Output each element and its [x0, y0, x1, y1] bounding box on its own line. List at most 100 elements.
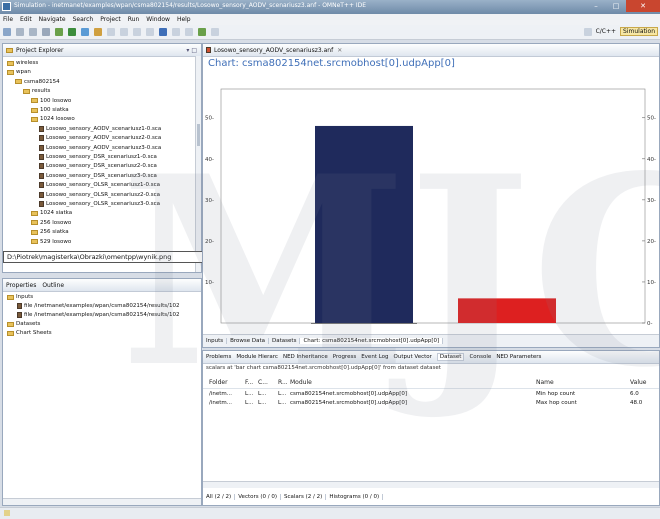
tree-folder[interactable]: 256 losowo	[31, 220, 71, 226]
view-menu-icon[interactable]: ▾ □	[186, 47, 197, 54]
tree-item-label: wpan	[16, 69, 31, 76]
tree-item-label: 1024 losowo	[40, 116, 75, 123]
file-icon	[39, 172, 44, 179]
tree-folder[interactable]: 100 siatka	[31, 107, 69, 113]
menu-search[interactable]: Search	[73, 16, 94, 23]
project-explorer-title[interactable]: Project Explorer	[16, 47, 63, 54]
tree-folder[interactable]: results	[23, 88, 50, 94]
tree-folder[interactable]: 1024 siatka	[31, 210, 72, 216]
perspective-simulation[interactable]: Simulation	[620, 27, 658, 36]
tree-item-label: csma802154	[24, 78, 60, 85]
folder-icon	[31, 107, 38, 113]
folder-icon	[7, 69, 14, 75]
tree-folder[interactable]: wireless	[7, 60, 38, 66]
tab-properties[interactable]: Properties	[6, 282, 36, 289]
new-icon[interactable]	[3, 28, 11, 36]
editor-tabbar: Losowo_sensory_AODV_scenariusz3.anf ✕	[203, 44, 659, 57]
close-button[interactable]: ✕	[626, 0, 660, 12]
folder-icon	[7, 60, 14, 66]
outline-item-label: Datasets	[16, 321, 41, 327]
outline-item[interactable]: Inputs	[7, 294, 33, 300]
folder-icon	[31, 98, 38, 104]
folder-icon	[7, 330, 14, 336]
file-icon	[39, 135, 44, 142]
tree-folder[interactable]: 100 losowo	[31, 98, 71, 104]
folder-icon	[31, 210, 38, 216]
project-explorer-icon	[6, 47, 13, 53]
menu-file[interactable]: File	[3, 16, 13, 23]
window-titlebar: Simulation - inetmanet/examples/wpan/csm…	[0, 0, 660, 14]
outline-scrollbar[interactable]	[3, 498, 201, 505]
save-icon[interactable]	[16, 28, 24, 36]
tree-folder[interactable]: 529 losowo	[31, 239, 71, 245]
main-toolbar: C/C++ Simulation	[0, 25, 660, 40]
run-icon[interactable]	[68, 28, 76, 36]
tab-scalars[interactable]: Scalars (2 / 2)	[281, 494, 327, 500]
tab-all[interactable]: All (2 / 2)	[203, 494, 236, 500]
tree-item-label: 1024 siatka	[40, 210, 73, 217]
tree-item-label: 256 losowo	[40, 219, 72, 226]
tree-folder[interactable]: 1024 losowo	[31, 116, 75, 122]
tree-folder[interactable]: 256 siatka	[31, 229, 69, 235]
anf-file-icon	[206, 47, 211, 53]
chart-copy-icon[interactable]	[211, 28, 219, 36]
file-icon	[39, 163, 44, 170]
perspective-cpp[interactable]: C/C++	[596, 28, 616, 35]
menu-project[interactable]: Project	[100, 16, 121, 23]
menu-bar: File Edit Navigate Search Project Run Wi…	[0, 14, 660, 25]
build-icon[interactable]	[55, 28, 63, 36]
open-perspective-icon[interactable]	[583, 27, 592, 36]
save-all-icon[interactable]	[29, 28, 37, 36]
status-bar	[0, 507, 660, 519]
tab-histograms[interactable]: Histograms (0 / 0)	[326, 494, 384, 500]
file-icon	[39, 182, 44, 189]
file-icon	[39, 144, 44, 151]
tree-item-label: results	[32, 88, 51, 95]
file-icon	[17, 312, 22, 318]
editor-tab-close-icon[interactable]: ✕	[337, 47, 342, 54]
outline-item-label: Inputs	[16, 294, 34, 300]
watermark-logo: MJC	[120, 120, 660, 425]
chart-zoom-icon[interactable]	[159, 28, 167, 36]
menu-help[interactable]: Help	[177, 16, 191, 23]
outline-item[interactable]: Datasets	[7, 321, 40, 327]
nav-forward-icon[interactable]	[120, 28, 128, 36]
menu-window[interactable]: Window	[146, 16, 170, 23]
chart-title: Chart: csma802154net.srcmobhost[0].udpAp…	[208, 58, 455, 69]
menu-navigate[interactable]: Navigate	[39, 16, 66, 23]
folder-icon	[23, 88, 30, 94]
project-explorer-header: Project Explorer ▾ □	[3, 44, 201, 57]
minimize-button[interactable]: –	[586, 0, 606, 12]
editor-tab[interactable]: Losowo_sensory_AODV_scenariusz3.anf	[214, 47, 333, 54]
tab-vectors[interactable]: Vectors (0 / 0)	[235, 494, 281, 500]
file-icon	[17, 303, 22, 309]
nav-back-icon[interactable]	[107, 28, 115, 36]
chart-refresh-icon[interactable]	[185, 28, 193, 36]
tree-folder[interactable]: wpan	[7, 69, 31, 75]
tree-item-label: 529 losowo	[40, 238, 72, 245]
tree-item-label: wireless	[16, 60, 39, 66]
tab-outline[interactable]: Outline	[42, 282, 64, 289]
print-icon[interactable]	[42, 28, 50, 36]
tree-item-label: 256 siatka	[40, 229, 69, 236]
table-scrollbar[interactable]	[203, 481, 659, 488]
search-icon[interactable]	[94, 28, 102, 36]
menu-run[interactable]: Run	[128, 16, 140, 23]
status-icon	[4, 510, 10, 516]
tree-folder[interactable]: csma802154	[15, 79, 60, 85]
chart-tool-icon[interactable]	[146, 28, 154, 36]
zoom-icon[interactable]	[133, 28, 141, 36]
file-icon	[39, 201, 44, 207]
file-icon	[39, 154, 44, 160]
tree-item-label: 100 losowo	[40, 97, 72, 104]
debug-icon[interactable]	[81, 28, 89, 36]
maximize-button[interactable]: □	[606, 0, 626, 12]
folder-icon	[15, 79, 22, 85]
menu-edit[interactable]: Edit	[20, 16, 32, 23]
outline-item[interactable]: Chart Sheets	[7, 330, 52, 336]
chart-pan-icon[interactable]	[172, 28, 180, 36]
tree-item-label: 100 siatka	[40, 107, 69, 113]
folder-icon	[31, 220, 38, 226]
chart-export-icon[interactable]	[198, 28, 206, 36]
folder-icon	[31, 239, 38, 245]
